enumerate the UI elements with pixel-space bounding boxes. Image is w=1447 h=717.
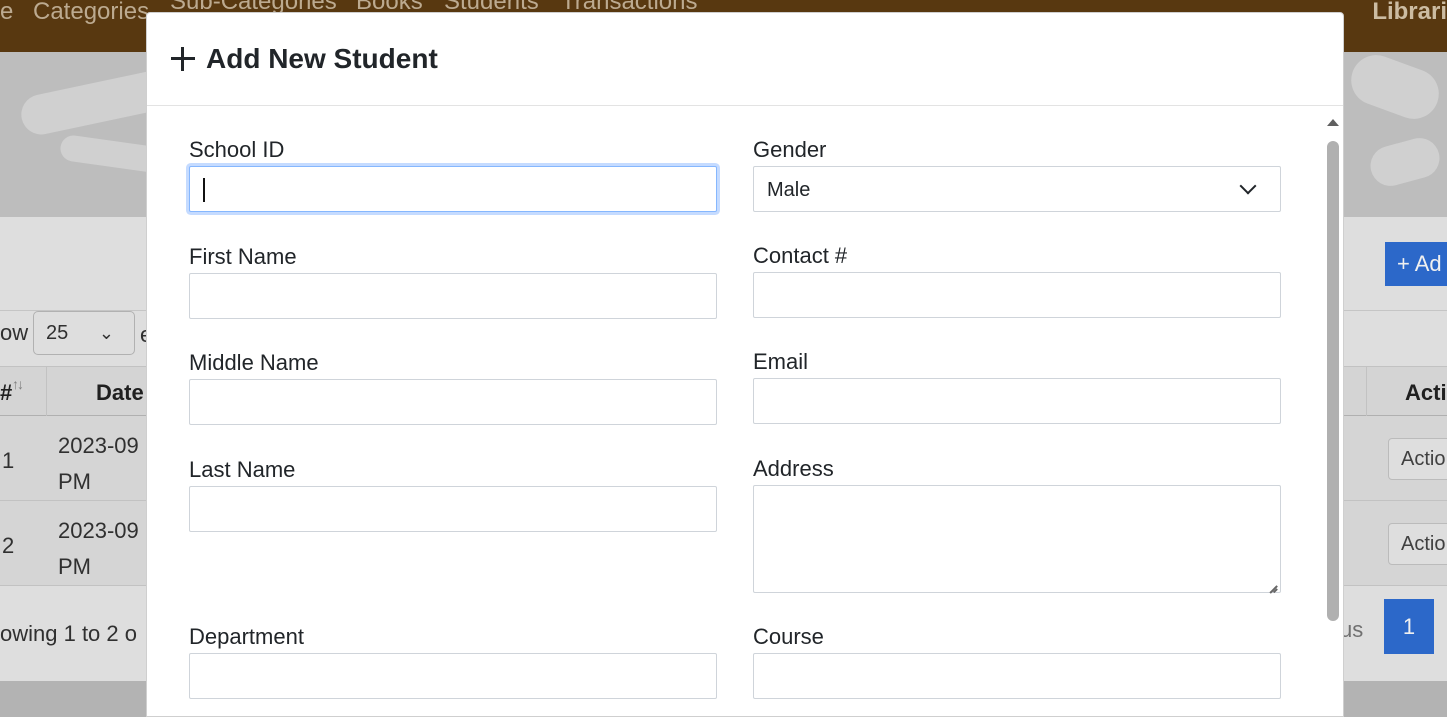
modal-title: Add New Student	[171, 43, 438, 75]
first-name-input[interactable]	[189, 273, 717, 319]
email-label: Email	[753, 349, 809, 374]
text-cursor	[203, 178, 205, 202]
modal-title-text: Add New Student	[206, 43, 438, 74]
last-name-label: Last Name	[189, 457, 296, 482]
last-name-input[interactable]	[189, 486, 717, 532]
gender-label: Gender	[753, 137, 827, 162]
modal-header: Add New Student	[147, 13, 1343, 106]
gender-selected-value: Male	[767, 179, 811, 201]
scroll-up-arrow-icon[interactable]	[1327, 119, 1339, 126]
department-input[interactable]	[189, 653, 717, 699]
first-name-label: First Name	[189, 244, 297, 269]
resize-handle-icon[interactable]	[1266, 578, 1278, 590]
modal-scrollbar[interactable]	[1323, 113, 1343, 716]
department-label: Department	[189, 624, 304, 649]
email-input[interactable]	[753, 378, 1281, 424]
add-student-modal: Add New Student School ID First Name Mid…	[146, 12, 1344, 717]
plus-icon	[171, 47, 195, 71]
chevron-down-icon	[1239, 177, 1257, 195]
scrollbar-thumb[interactable]	[1327, 141, 1339, 621]
school-id-label: School ID	[189, 137, 285, 162]
contact-input[interactable]	[753, 272, 1281, 318]
school-id-input[interactable]	[189, 166, 717, 212]
course-label: Course	[753, 624, 824, 649]
address-label: Address	[753, 456, 834, 481]
middle-name-label: Middle Name	[189, 350, 319, 375]
contact-label: Contact #	[753, 243, 848, 268]
address-textarea[interactable]	[753, 485, 1281, 593]
course-input[interactable]	[753, 653, 1281, 699]
gender-select[interactable]: Male	[753, 166, 1281, 212]
middle-name-input[interactable]	[189, 379, 717, 425]
